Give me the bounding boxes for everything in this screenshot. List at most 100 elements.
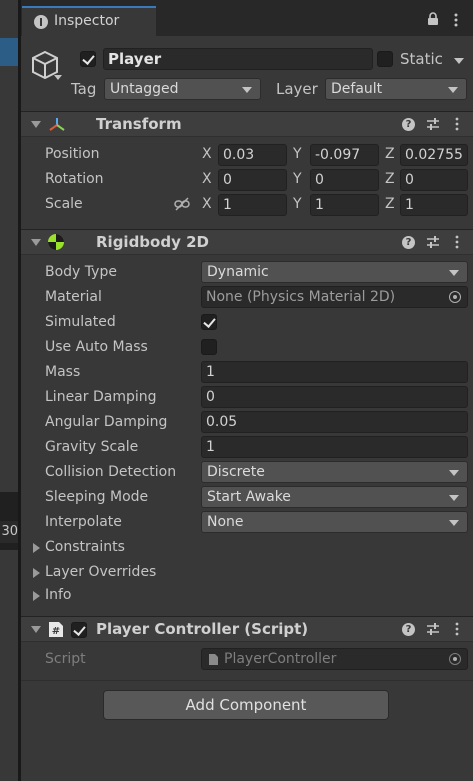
chevron-down-icon	[449, 270, 459, 276]
scale-label: Scale	[45, 196, 83, 212]
position-y-field[interactable]: -0.097	[310, 144, 379, 166]
player-controller-header[interactable]: # Player Controller (Script) ?	[21, 616, 473, 642]
constrain-proportions-icon[interactable]	[174, 197, 190, 211]
script-icon: #	[49, 622, 63, 637]
transform-header[interactable]: Transform ?	[21, 111, 473, 137]
sleeping-mode-dropdown[interactable]: Start Awake	[201, 486, 468, 508]
body-type-dropdown[interactable]: Dynamic	[201, 261, 468, 283]
layer-value: Default	[331, 81, 383, 97]
add-component-button[interactable]: Add Component	[103, 690, 389, 720]
gravity-scale-label: Gravity Scale	[45, 439, 139, 455]
foldout-arrow-icon[interactable]	[33, 543, 40, 553]
rotation-x-field[interactable]: 0	[218, 169, 287, 191]
tag-value: Untagged	[110, 81, 179, 97]
simulated-checkbox[interactable]	[201, 314, 217, 330]
divider	[21, 680, 473, 681]
axis-x-label: X	[202, 196, 212, 212]
chevron-down-icon	[449, 470, 459, 476]
rotation-z-field[interactable]: 0	[400, 169, 468, 191]
rigidbody2d-header[interactable]: Rigidbody 2D ?	[21, 229, 473, 255]
use-auto-mass-label: Use Auto Mass	[45, 339, 148, 355]
position-label: Position	[45, 146, 100, 162]
chevron-down-icon	[449, 520, 459, 526]
static-label: Static	[400, 50, 443, 68]
foldout-arrow-icon[interactable]	[31, 239, 41, 246]
tab-title: Inspector	[54, 13, 120, 29]
foldout-arrow-icon[interactable]	[31, 626, 41, 633]
help-icon[interactable]: ?	[402, 236, 415, 249]
presets-icon[interactable]	[427, 118, 439, 130]
component-enabled-checkbox[interactable]	[71, 622, 87, 638]
player-controller-title: Player Controller (Script)	[96, 620, 309, 638]
more-options-icon[interactable]	[455, 235, 459, 249]
position-z-field[interactable]: 0.02755	[400, 144, 468, 166]
axis-x-label: X	[202, 146, 212, 162]
scale-z-field[interactable]: 1	[400, 194, 468, 216]
script-label: Script	[45, 651, 86, 667]
selected-row-edge[interactable]	[0, 38, 18, 66]
more-options-icon[interactable]	[455, 622, 459, 636]
hierarchy-panel-edge: 30	[0, 0, 18, 781]
mass-field[interactable]: 1	[201, 361, 468, 383]
body-type-label: Body Type	[45, 264, 117, 280]
layer-overrides-foldout[interactable]: Layer Overrides	[45, 564, 156, 580]
active-toggle[interactable]	[80, 51, 96, 67]
tab-bar: Inspector	[21, 0, 473, 36]
scale-x-field[interactable]: 1	[218, 194, 287, 216]
help-icon[interactable]: ?	[402, 118, 415, 131]
angular-damping-label: Angular Damping	[45, 414, 168, 430]
position-x-field[interactable]: 0.03	[218, 144, 287, 166]
collision-detection-dropdown[interactable]: Discrete	[201, 461, 468, 483]
object-picker-icon	[449, 653, 461, 665]
partial-value-text: 30	[0, 521, 18, 543]
layer-dropdown[interactable]: Default	[325, 78, 467, 100]
simulated-label: Simulated	[45, 314, 116, 330]
lock-icon[interactable]	[427, 12, 439, 26]
use-auto-mass-checkbox[interactable]	[201, 339, 217, 355]
tag-dropdown[interactable]: Untagged	[104, 78, 261, 100]
tab-inspector[interactable]: Inspector	[22, 6, 156, 36]
script-object-field: PlayerController	[201, 648, 468, 670]
material-object-field[interactable]: None (Physics Material 2D)	[201, 286, 468, 308]
static-dropdown-icon[interactable]	[454, 58, 464, 64]
sleeping-mode-label: Sleeping Mode	[45, 489, 149, 505]
static-checkbox[interactable]	[377, 51, 393, 67]
more-options-icon[interactable]	[453, 12, 459, 28]
sleeping-mode-value: Start Awake	[207, 489, 291, 505]
foldout-arrow-icon[interactable]	[33, 591, 40, 601]
gravity-scale-field[interactable]: 1	[201, 436, 468, 458]
angular-damping-field[interactable]: 0.05	[201, 411, 468, 433]
axis-y-label: Y	[293, 171, 302, 187]
constraints-foldout[interactable]: Constraints	[45, 539, 125, 555]
foldout-arrow-icon[interactable]	[33, 568, 40, 578]
interpolate-label: Interpolate	[45, 514, 122, 530]
tag-label: Tag	[71, 80, 97, 98]
axis-y-label: Y	[293, 146, 302, 162]
layer-label: Layer	[276, 80, 318, 98]
linear-damping-field[interactable]: 0	[201, 386, 468, 408]
more-options-icon[interactable]	[455, 117, 459, 131]
chevron-down-icon	[242, 87, 252, 93]
linear-damping-label: Linear Damping	[45, 389, 157, 405]
collision-detection-label: Collision Detection	[45, 464, 177, 480]
interpolate-value: None	[207, 514, 244, 530]
transform-axis-icon	[49, 118, 65, 131]
material-label: Material	[45, 289, 102, 305]
chevron-down-icon[interactable]	[54, 75, 62, 80]
presets-icon[interactable]	[427, 623, 439, 635]
interpolate-dropdown[interactable]: None	[201, 511, 468, 533]
rigidbody2d-icon	[48, 234, 64, 250]
chevron-down-icon	[449, 495, 459, 501]
help-icon[interactable]: ?	[402, 623, 415, 636]
rotation-y-field[interactable]: 0	[310, 169, 379, 191]
gameobject-name-field[interactable]: Player	[103, 48, 373, 70]
inspector-window: Inspector Player Static Tag Untagged Lay…	[21, 0, 473, 781]
svg-text:#: #	[52, 626, 60, 637]
object-picker-icon[interactable]	[449, 291, 461, 303]
info-foldout[interactable]: Info	[45, 587, 72, 603]
foldout-arrow-icon[interactable]	[31, 121, 41, 128]
scale-y-field[interactable]: 1	[310, 194, 379, 216]
presets-icon[interactable]	[427, 236, 439, 248]
axis-x-label: X	[202, 171, 212, 187]
axis-z-label: Z	[385, 196, 395, 212]
